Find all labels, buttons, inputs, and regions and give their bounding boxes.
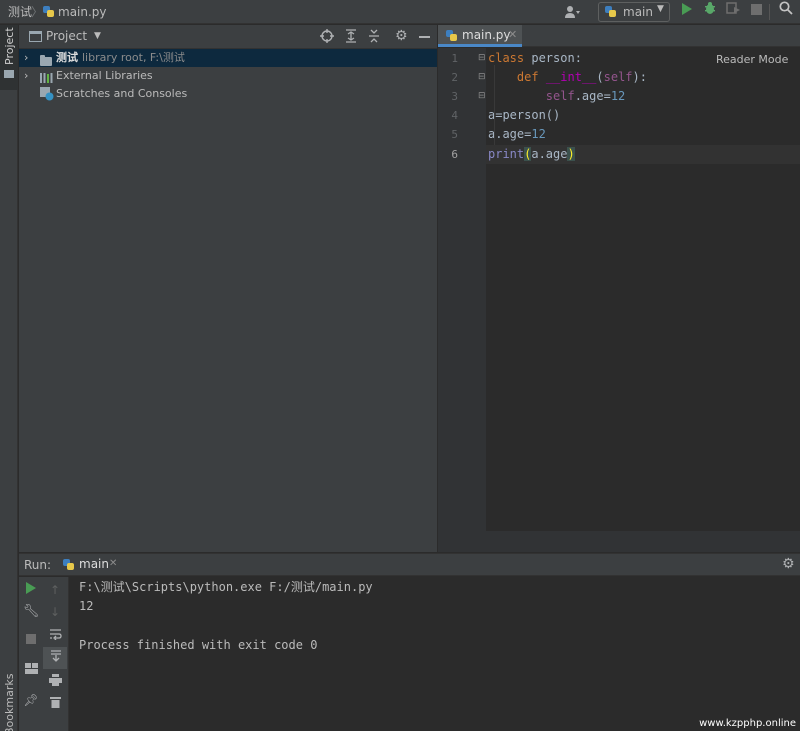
- editor-bottom-area: [438, 531, 800, 552]
- navigation-bar: 测试 〉 main.py main ▼: [0, 0, 800, 24]
- run-with-coverage-icon[interactable]: [722, 0, 744, 24]
- close-icon[interactable]: ✕: [109, 558, 117, 569]
- chevron-right-icon[interactable]: ›: [24, 49, 28, 67]
- toolbar-divider: [769, 4, 770, 20]
- tree-item-project-root[interactable]: › 测试 library root, F:\测试: [19, 49, 437, 67]
- python-file-icon: [43, 6, 55, 18]
- folder-icon: [40, 55, 52, 66]
- chevron-right-icon[interactable]: ›: [24, 67, 28, 85]
- project-tool-tab[interactable]: Project: [0, 25, 18, 90]
- code-line-2: def __int__(self):: [516, 70, 647, 84]
- tree-item-label: External Libraries: [56, 69, 153, 82]
- run-toolbar-secondary: ↑ ↓: [43, 577, 69, 731]
- fold-end-icon[interactable]: ⊟: [478, 91, 486, 101]
- line-number: 4: [451, 109, 458, 122]
- close-icon[interactable]: ✕: [508, 28, 517, 41]
- run-tab-label: main: [79, 557, 109, 571]
- wrench-icon[interactable]: 🔧︎: [19, 601, 43, 623]
- line-number: 5: [451, 128, 458, 141]
- project-panel: Project ▼ ⚙ › 测试 library root, F:\测试 › E…: [19, 25, 437, 552]
- tree-item-label: 测试: [56, 51, 78, 64]
- soft-wrap-icon[interactable]: [43, 625, 67, 647]
- run-panel-header: Run: main ✕ ⚙: [19, 553, 800, 576]
- run-tab-main[interactable]: main ✕: [57, 554, 137, 576]
- code-line-3: self.age=12: [545, 89, 626, 103]
- debug-icon[interactable]: [699, 0, 721, 24]
- project-window-icon: [29, 31, 42, 42]
- code-line-1: class person:: [488, 51, 582, 65]
- project-tool-tab-label: Project: [3, 27, 16, 65]
- python-icon: [63, 559, 75, 571]
- code-line-6: print(a.age): [488, 147, 575, 161]
- run-panel-label: Run:: [24, 558, 52, 572]
- expand-all-icon[interactable]: [344, 29, 358, 46]
- line-number: 3: [451, 90, 458, 103]
- line-number: 2: [451, 71, 458, 84]
- search-icon[interactable]: [775, 0, 797, 24]
- code-editor[interactable]: 1 2 3 4 5 6 ⊟ ⊟ ⊟ Reader Mode class pers…: [438, 48, 800, 531]
- folder-icon: [4, 70, 14, 78]
- bookmarks-tool-tab-label: Bookmarks: [3, 673, 16, 731]
- chevron-right-icon: 〉: [31, 5, 44, 19]
- tree-item-label: Scratches and Consoles: [56, 87, 188, 100]
- minimize-icon[interactable]: [419, 36, 430, 38]
- fold-icon[interactable]: ⊟: [478, 53, 486, 63]
- console-line: Process finished with exit code 0: [79, 638, 318, 652]
- locate-icon[interactable]: [320, 29, 334, 46]
- pin-icon[interactable]: 📌︎: [19, 689, 43, 711]
- line-number-current: 6: [451, 148, 458, 161]
- console-line: F:\测试\Scripts\python.exe F:/测试/main.py: [79, 580, 373, 594]
- line-number: 1: [451, 52, 458, 65]
- project-view-title[interactable]: Project: [46, 29, 87, 43]
- python-icon: [605, 6, 617, 18]
- tree-item-external-libraries[interactable]: › External Libraries: [19, 67, 437, 85]
- indent-guide: [494, 65, 495, 145]
- editor-tab-label: main.py: [462, 28, 511, 42]
- trash-icon[interactable]: [43, 693, 67, 715]
- reader-mode-toggle[interactable]: Reader Mode: [716, 53, 788, 66]
- left-tool-stripe: Project Bookmarks: [0, 25, 18, 731]
- python-file-icon: [446, 30, 458, 42]
- run-icon[interactable]: [676, 0, 698, 24]
- editor-tab-main-py[interactable]: main.py ✕: [438, 25, 522, 47]
- print-icon[interactable]: [43, 671, 67, 693]
- chevron-down-icon: ▼: [657, 4, 664, 14]
- layout-icon[interactable]: [19, 659, 43, 681]
- collapse-all-icon[interactable]: [367, 29, 381, 46]
- console-output[interactable]: F:\测试\Scripts\python.exe F:/测试/main.py 1…: [69, 577, 800, 731]
- project-panel-header: Project ▼ ⚙: [19, 25, 437, 49]
- rerun-icon[interactable]: [19, 579, 43, 601]
- stop-icon[interactable]: [19, 629, 43, 651]
- chevron-down-icon[interactable]: ▼: [94, 31, 101, 41]
- breadcrumb-folder[interactable]: 测试: [8, 0, 32, 24]
- arrow-down-icon[interactable]: ↓: [43, 601, 67, 623]
- gear-icon[interactable]: ⚙: [782, 556, 795, 572]
- gear-icon[interactable]: ⚙: [395, 28, 408, 44]
- line-number-gutter: 1 2 3 4 5 6 ⊟ ⊟ ⊟: [438, 48, 486, 531]
- bookmarks-tool-tab[interactable]: Bookmarks: [0, 665, 18, 731]
- fold-icon[interactable]: ⊟: [478, 72, 486, 82]
- tree-item-scratches[interactable]: Scratches and Consoles: [19, 85, 437, 103]
- arrow-up-icon[interactable]: ↑: [43, 579, 67, 601]
- code-line-4: a=person(): [488, 108, 561, 122]
- run-config-label: main: [623, 5, 653, 19]
- run-configuration-select[interactable]: main ▼: [598, 2, 670, 22]
- scratches-icon: [40, 87, 54, 107]
- tree-item-hint: library root, F:\测试: [82, 51, 185, 64]
- console-line: 12: [79, 599, 94, 613]
- run-toolbar-primary: 🔧︎ 📌︎: [19, 577, 43, 731]
- breadcrumb-file[interactable]: main.py: [58, 0, 107, 24]
- scroll-to-end-icon[interactable]: [43, 647, 67, 669]
- user-icon[interactable]: [560, 0, 586, 24]
- watermark: www.kzpphp.online: [699, 718, 796, 729]
- editor-tab-bar: main.py ✕: [438, 25, 800, 47]
- code-line-5: a.age=12: [488, 127, 546, 141]
- stop-icon[interactable]: [745, 0, 767, 24]
